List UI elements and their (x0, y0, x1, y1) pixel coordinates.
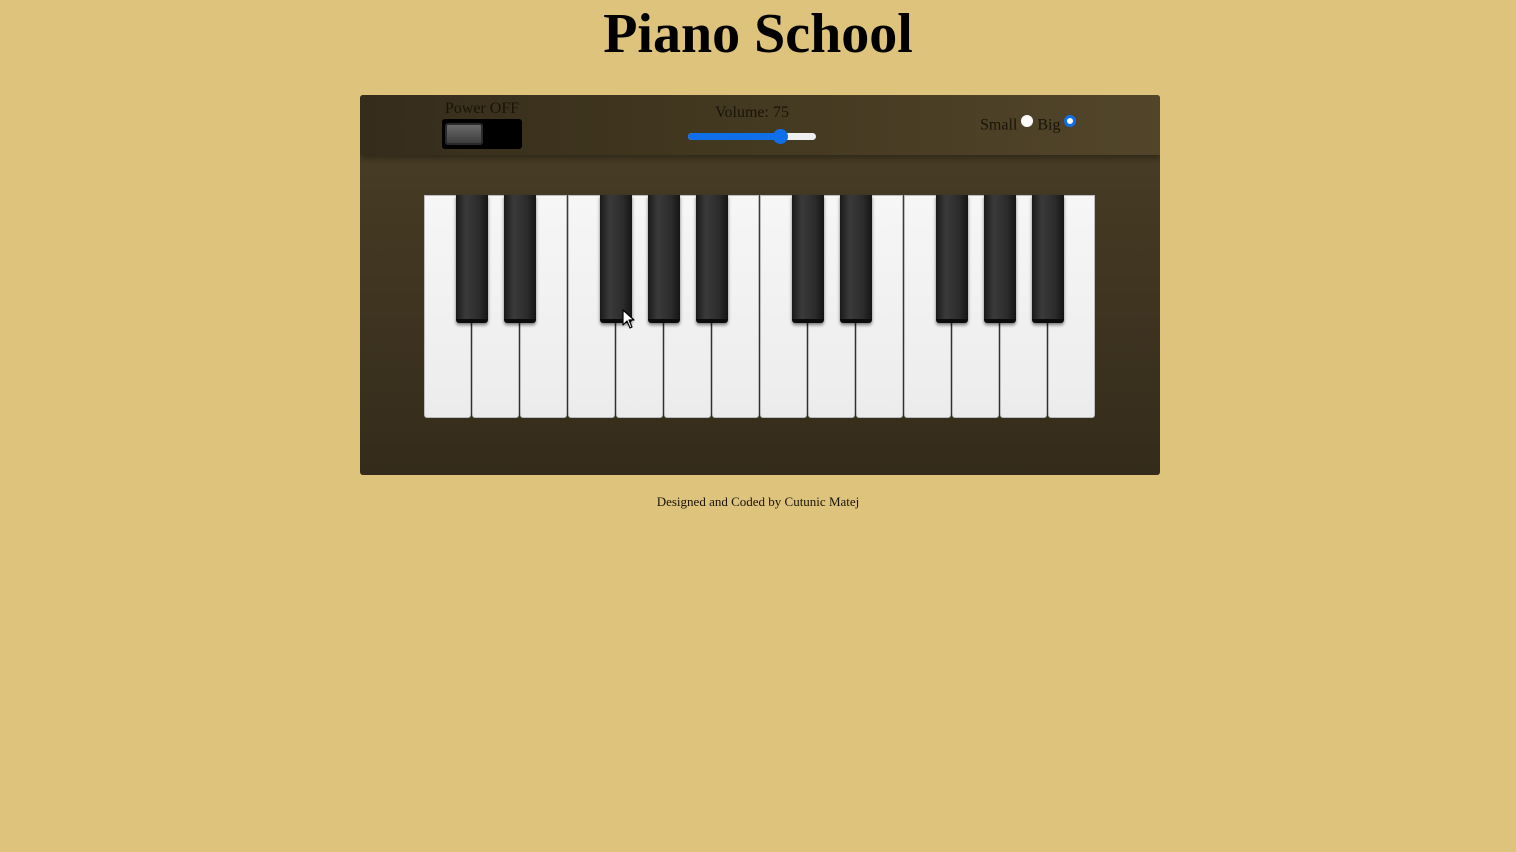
piano: Power OFF Volume: 75 Small Big (360, 95, 1160, 475)
black-key[interactable] (1032, 195, 1064, 323)
power-label: Power OFF (444, 100, 520, 117)
volume-slider[interactable] (688, 128, 816, 144)
volume-value: 75 (772, 104, 789, 121)
volume-label-prefix: Volume: (715, 104, 773, 121)
volume-control: Volume: 75 (682, 104, 822, 144)
footer-credit: Designed and Coded by Cutunic Matej (656, 494, 860, 509)
power-switch[interactable] (442, 119, 522, 149)
black-key[interactable] (600, 195, 632, 323)
black-key[interactable] (792, 195, 824, 323)
volume-slider-thumb[interactable] (773, 129, 788, 144)
keyboard (424, 195, 1096, 419)
black-key[interactable] (504, 195, 536, 323)
control-bar: Power OFF Volume: 75 Small Big (360, 95, 1160, 155)
size-option-big-radio[interactable] (1064, 115, 1077, 128)
black-key[interactable] (648, 195, 680, 323)
size-option-big-label: Big (1037, 116, 1061, 134)
black-key[interactable] (840, 195, 872, 323)
black-key[interactable] (936, 195, 968, 323)
black-key[interactable] (456, 195, 488, 323)
volume-label: Volume: 75 (682, 104, 822, 122)
black-key[interactable] (696, 195, 728, 323)
size-option-small-radio[interactable] (1021, 115, 1034, 128)
power-switch-knob (445, 123, 483, 145)
size-option-small-label: Small (980, 116, 1018, 134)
page-title: Piano School (603, 3, 913, 65)
power-control: Power OFF (440, 100, 524, 149)
volume-slider-fill (688, 133, 780, 140)
black-key[interactable] (984, 195, 1016, 323)
size-selector: Small Big (980, 115, 1080, 135)
